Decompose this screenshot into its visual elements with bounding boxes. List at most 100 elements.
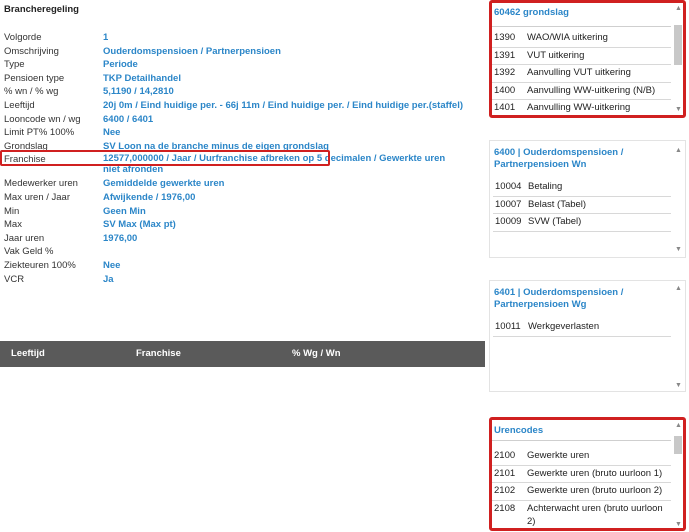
field-row-volgorde: Volgorde 1	[4, 31, 474, 45]
field-label: Jaar uren	[4, 232, 45, 244]
field-value: Ja	[103, 273, 114, 285]
scroll-down-arrow-icon[interactable]: ▼	[675, 246, 682, 253]
field-value: 1976,00	[103, 232, 138, 244]
field-label: Medewerker uren	[4, 178, 78, 190]
field-value: 6400 / 6401	[103, 113, 154, 125]
field-row-medewerker-uren: Medewerker uren Gemiddelde gewerkte uren	[4, 177, 474, 191]
field-value: Geen Min	[103, 205, 146, 217]
field-row-max-uren: Max uren / Jaar Afwijkende / 1976,00	[4, 191, 474, 205]
item-name: Aanvulling VUT uitkering	[527, 67, 631, 78]
field-value: 20j 0m / Eind huidige per. - 66j 11m / E…	[103, 99, 464, 111]
panel-list: 2100 Gewerkte uren 2101 Gewerkte uren (bru…	[492, 448, 671, 528]
field-row-leeftijd: Leeftijd 20j 0m / Eind huidige per. - 66j…	[4, 99, 474, 113]
looncode-6401-panel: 6401 | Ouderdomspensioen / Partnerpensio…	[489, 280, 686, 392]
field-label: Vak Geld %	[4, 246, 54, 258]
item-code: 2102	[494, 485, 516, 496]
item-code: 1401	[494, 102, 516, 113]
grondslag-highlight-box	[0, 150, 330, 166]
field-label: Looncode wn / wg	[4, 113, 81, 125]
field-row-max: Max SV Max (Max pt)	[4, 218, 474, 232]
item-name: Werkgeverlasten	[528, 321, 600, 332]
item-code: 2108	[494, 502, 516, 514]
field-value: 1	[103, 32, 109, 43]
field-label: Ziekteuren 100%	[4, 259, 76, 271]
field-label: Max	[4, 219, 22, 231]
list-item[interactable]: 1392 Aanvulling VUT uitkering	[492, 65, 671, 83]
list-item[interactable]: 10009 SVW (Tabel)	[493, 214, 671, 232]
panel-title: Urencodes	[494, 425, 544, 436]
field-value: Nee	[103, 127, 121, 139]
list-item[interactable]: 1391 VUT uitkering	[492, 48, 671, 65]
field-value: SV Max (Max pt)	[103, 219, 176, 231]
scroll-down-arrow-icon[interactable]: ▼	[675, 106, 682, 113]
list-item[interactable]: 2100 Gewerkte uren	[492, 448, 671, 466]
column-header-franchise[interactable]: Franchise	[136, 348, 181, 359]
field-label: VCR	[4, 273, 25, 285]
scroll-up-arrow-icon[interactable]: ▲	[675, 147, 682, 154]
scroll-up-arrow-icon[interactable]: ▲	[675, 422, 682, 429]
column-header-percentages[interactable]: % Wg / Wn	[292, 348, 341, 359]
list-item[interactable]: 2102 Gewerkte uren (bruto uurloon 2)	[492, 483, 671, 501]
list-item[interactable]: 1390 WAO/WIA uitkering	[492, 30, 671, 48]
panel-scrollbar[interactable]: ▲ ▼	[673, 147, 683, 253]
item-code: 1400	[494, 84, 516, 96]
item-code: 2101	[494, 467, 516, 479]
item-code: 1390	[494, 32, 516, 43]
list-item[interactable]: 2101 Gewerkte uren (bruto uurloon 1)	[492, 466, 671, 483]
field-row-pensioen-type: Pensioen type TKP Detailhandel	[4, 72, 474, 86]
list-item[interactable]: 10011 Werkgeverlasten	[493, 319, 671, 337]
scroll-down-arrow-icon[interactable]: ▼	[675, 521, 682, 528]
list-item[interactable]: 1401 Aanvulling WW-uitkering	[492, 100, 671, 117]
list-item[interactable]: 2108 Achterwacht uren (bruto uurloon 2)	[492, 501, 671, 528]
item-name: Betaling	[528, 181, 563, 192]
column-header-leeftijd[interactable]: Leeftijd	[11, 348, 45, 359]
field-row-min: Min Geen Min	[4, 205, 474, 219]
scroll-up-arrow-icon[interactable]: ▲	[675, 285, 682, 292]
scroll-down-arrow-icon[interactable]: ▼	[675, 382, 682, 389]
item-code: 10009	[495, 216, 522, 227]
grondslag-panel: 60462 grondslag 1390 WAO/WIA uitkering 13…	[489, 0, 686, 118]
item-name: Belast (Tabel)	[528, 198, 587, 210]
panel-scrollbar[interactable]: ▲ ▼	[673, 285, 683, 389]
item-name: VUT uitkering	[527, 49, 585, 61]
field-label: Leeftijd	[4, 99, 35, 111]
field-label: Min	[4, 205, 20, 217]
item-code: 10011	[495, 321, 521, 332]
scrollbar-thumb[interactable]	[674, 436, 682, 454]
item-name: WAO/WIA uitkering	[527, 32, 608, 43]
field-value	[103, 245, 458, 259]
list-item[interactable]: 10004 Betaling	[493, 179, 671, 197]
panel-scrollbar[interactable]: ▲ ▼	[673, 5, 683, 113]
item-code: 10007	[495, 198, 522, 210]
field-value: Periode	[103, 59, 138, 71]
scroll-up-arrow-icon[interactable]: ▲	[675, 5, 682, 12]
panel-title: 6401 | Ouderdomspensioen / Partnerpensio…	[494, 287, 624, 310]
scrollbar-thumb[interactable]	[674, 25, 682, 65]
panel-list: 1390 WAO/WIA uitkering 1391 VUT uitkering …	[492, 30, 671, 117]
panel-divider	[492, 440, 671, 441]
item-name: Aanvulling WW-uitkering	[527, 102, 631, 113]
item-name: Aanvulling WW-uitkering (N/B)	[527, 84, 656, 96]
field-label: Type	[4, 59, 25, 71]
list-item[interactable]: 10007 Belast (Tabel)	[493, 197, 671, 214]
item-code: 10004	[495, 181, 522, 192]
field-row-looncode: Looncode wn / wg 6400 / 6401	[4, 113, 474, 127]
field-label: % wn / % wg	[4, 86, 59, 98]
field-label: Limit PT% 100%	[4, 127, 75, 139]
field-value: Afwijkende / 1976,00	[103, 191, 196, 203]
field-value: 5,1190 / 14,2810	[103, 86, 174, 98]
field-label: Pensioen type	[4, 72, 65, 84]
panel-scrollbar[interactable]: ▲ ▼	[673, 422, 683, 528]
list-item[interactable]: 1400 Aanvulling WW-uitkering (N/B)	[492, 83, 671, 100]
item-name: SVW (Tabel)	[528, 216, 582, 227]
urencodes-panel: Urencodes 2100 Gewerkte uren 2101 Gewerkte…	[489, 417, 686, 531]
panel-title: 60462 grondslag	[494, 7, 569, 18]
field-value: TKP Detailhandel	[103, 72, 181, 84]
panel-divider	[492, 26, 671, 27]
field-row-vak-geld: Vak Geld %	[4, 245, 474, 259]
field-row-percentages: % wn / % wg 5,1190 / 14,2810	[4, 85, 474, 99]
field-value: Gemiddelde gewerkte uren	[103, 178, 225, 190]
page-title: Brancheregeling	[4, 4, 79, 15]
field-row-jaar-uren: Jaar uren 1976,00	[4, 232, 474, 246]
field-label: Volgorde	[4, 32, 42, 43]
